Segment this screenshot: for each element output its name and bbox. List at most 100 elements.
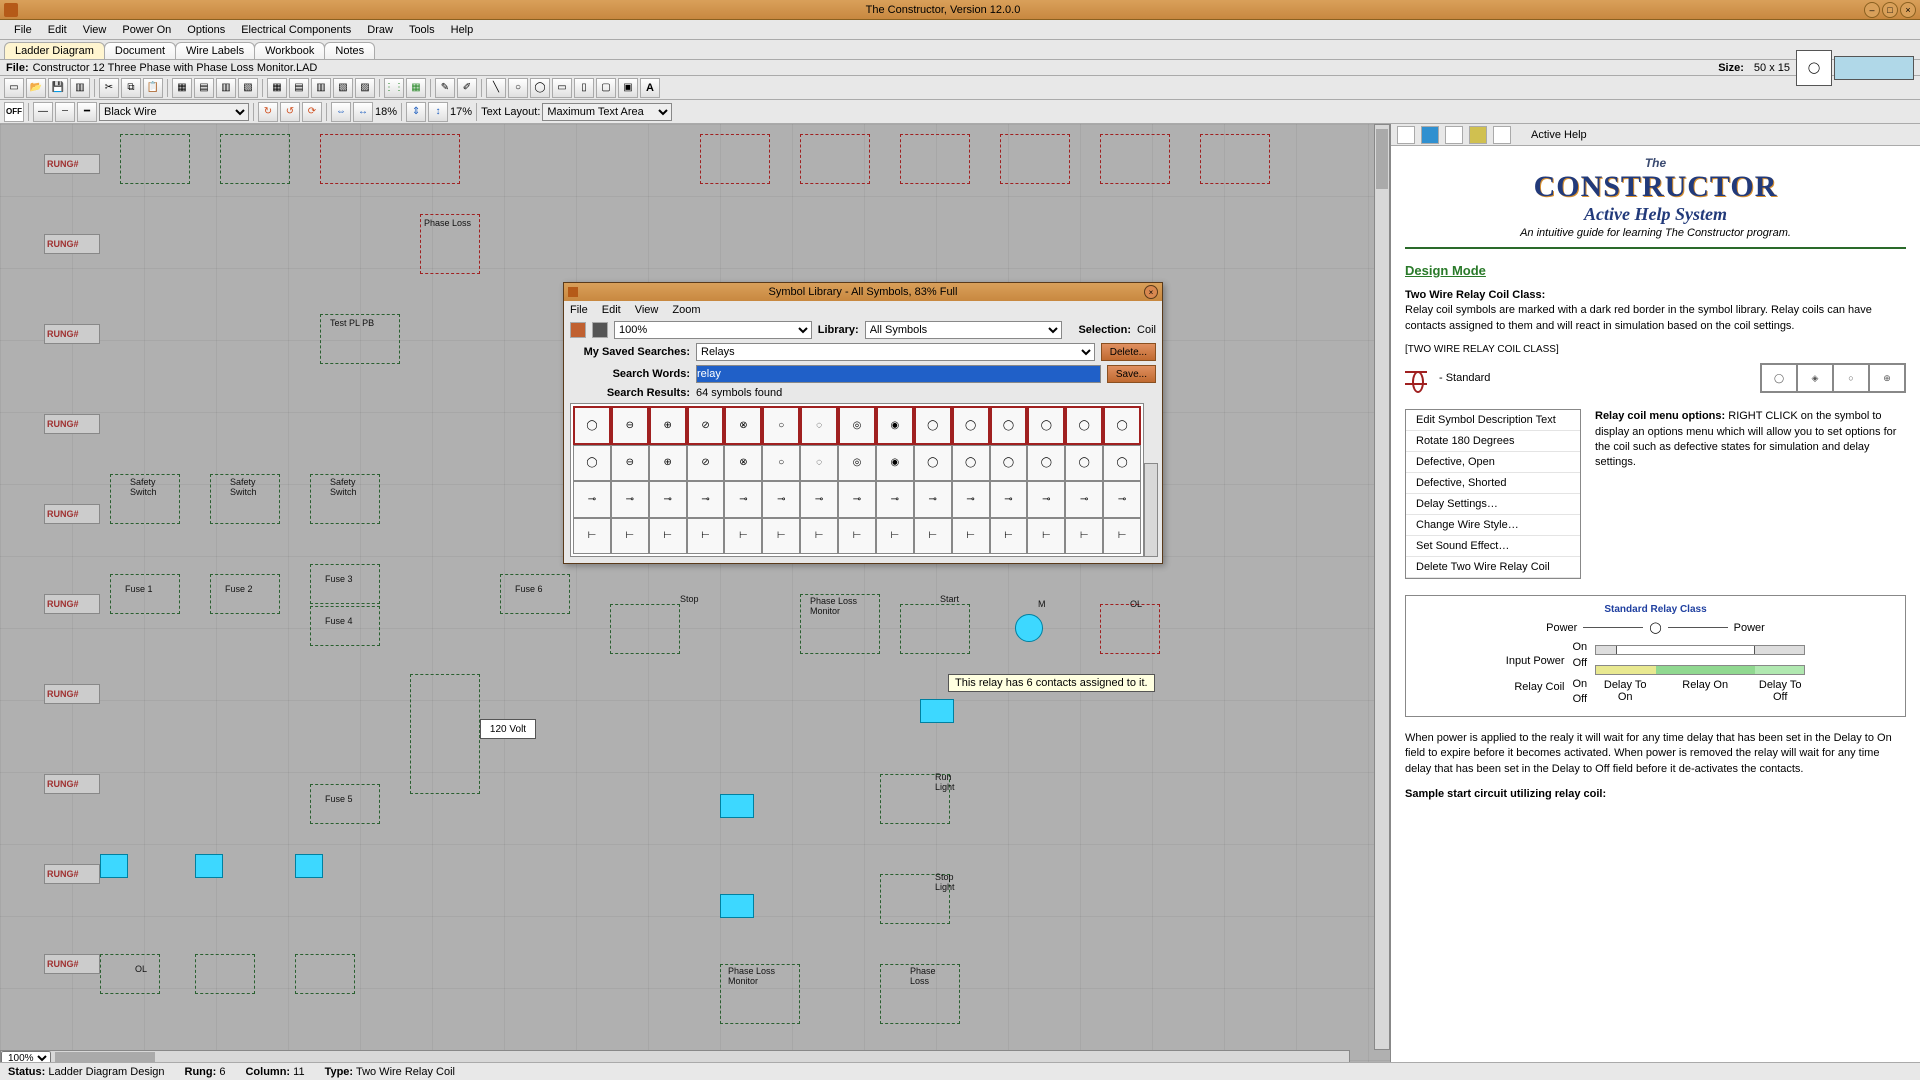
tb-h2-icon[interactable]: ↔ (353, 102, 373, 122)
stop-button[interactable] (610, 604, 680, 654)
ctx-item[interactable]: Rotate 180 Degrees (1406, 431, 1580, 452)
tb-text-icon[interactable]: A (640, 78, 660, 98)
symbol-cell[interactable]: ◯ (1027, 406, 1065, 445)
contact-m[interactable] (920, 699, 954, 723)
symbol-cell[interactable]: ⊢ (649, 518, 687, 555)
tb-wire2-icon[interactable]: ┄ (55, 102, 75, 122)
symbol-cell[interactable]: ○ (762, 406, 800, 445)
menu-options[interactable]: Options (179, 22, 233, 38)
menu-power-on[interactable]: Power On (114, 22, 179, 38)
symbol-cell[interactable]: ○ (762, 445, 800, 482)
tb-g4-icon[interactable]: ▧ (238, 78, 258, 98)
tb-copy-icon[interactable]: ⧉ (121, 78, 141, 98)
symbol-cell[interactable]: ⊖ (611, 445, 649, 482)
symbol-cell[interactable]: ◉ (876, 406, 914, 445)
symbol-cell[interactable]: ⊸ (573, 481, 611, 518)
transformer[interactable] (410, 674, 480, 794)
symlib-menu-edit[interactable]: Edit (602, 304, 621, 316)
symbol-cell[interactable]: ⊘ (687, 406, 725, 445)
tb-open-icon[interactable]: 📂 (26, 78, 46, 98)
contact-m[interactable] (720, 794, 754, 818)
symbol-cell[interactable]: ◯ (914, 445, 952, 482)
rung-label[interactable]: RUNG# (44, 684, 100, 704)
fuse[interactable] (310, 784, 380, 824)
fuse[interactable] (310, 606, 380, 646)
menu-draw[interactable]: Draw (359, 22, 401, 38)
help-tb1-icon[interactable] (1397, 126, 1415, 144)
tb-new-icon[interactable]: ▭ (4, 78, 24, 98)
contact-m[interactable] (720, 894, 754, 918)
grid-cell[interactable] (1000, 134, 1070, 184)
symbol-cell[interactable]: ◯ (1065, 406, 1103, 445)
rung-label[interactable]: RUNG# (44, 324, 100, 344)
symbol-cell[interactable]: ◯ (990, 445, 1028, 482)
tab-wirelabels[interactable]: Wire Labels (175, 42, 255, 59)
symbol-cell[interactable]: ⊢ (914, 518, 952, 555)
symbol-cell[interactable]: ⊸ (1027, 481, 1065, 518)
component[interactable] (320, 134, 460, 184)
tb-rect-icon[interactable]: ▭ (552, 78, 572, 98)
grid-cell[interactable] (700, 134, 770, 184)
symlib-saved-select[interactable]: Relays (696, 343, 1095, 361)
overload[interactable] (295, 954, 355, 994)
rung-label[interactable]: RUNG# (44, 864, 100, 884)
close-button[interactable]: × (1900, 2, 1916, 18)
menu-view[interactable]: View (75, 22, 115, 38)
overload[interactable] (195, 954, 255, 994)
symbol-cell[interactable]: ◯ (990, 406, 1028, 445)
symbol-cell[interactable]: ◯ (952, 406, 990, 445)
symbol-cell[interactable]: ◯ (1027, 445, 1065, 482)
symlib-library-select[interactable]: All Symbols (865, 321, 1063, 339)
tab-document[interactable]: Document (104, 42, 176, 59)
symlib-color2-icon[interactable] (592, 322, 608, 338)
tb-g1-icon[interactable]: ▦ (172, 78, 192, 98)
symbol-cell[interactable]: ◯ (1065, 445, 1103, 482)
tb-v1-icon[interactable]: ⇕ (406, 102, 426, 122)
symbol-cell[interactable]: ⊢ (687, 518, 725, 555)
symbol-cell[interactable]: ⊸ (990, 481, 1028, 518)
symbol-cell[interactable]: ⊸ (611, 481, 649, 518)
help-tb2-icon[interactable] (1421, 126, 1439, 144)
symlib-menu-view[interactable]: View (635, 304, 659, 316)
ctx-item[interactable]: Set Sound Effect… (1406, 536, 1580, 557)
tb-rot2-icon[interactable]: ↺ (280, 102, 300, 122)
symbol-cell[interactable]: ⊢ (573, 518, 611, 555)
menu-file[interactable]: File (6, 22, 40, 38)
symbol-cell[interactable]: ⊢ (1065, 518, 1103, 555)
symbol-cell[interactable]: ⊘ (687, 445, 725, 482)
symlib-vscroll[interactable] (1144, 463, 1158, 557)
off-button[interactable]: OFF (4, 102, 24, 122)
canvas-vscroll[interactable] (1374, 124, 1390, 1050)
wire-color-select[interactable]: Black Wire (99, 103, 249, 121)
grid-cell[interactable] (1100, 134, 1170, 184)
rung-label[interactable]: RUNG# (44, 774, 100, 794)
symbol-cell[interactable]: ⊸ (838, 481, 876, 518)
symlib-menu-file[interactable]: File (570, 304, 588, 316)
symlib-titlebar[interactable]: Symbol Library - All Symbols, 83% Full × (564, 283, 1162, 301)
grid-cell[interactable] (800, 134, 870, 184)
symlib-color1-icon[interactable] (570, 322, 586, 338)
minimize-button[interactable]: – (1864, 2, 1880, 18)
tb-g7-icon[interactable]: ▥ (311, 78, 331, 98)
tb-g3-icon[interactable]: ▥ (216, 78, 236, 98)
symbol-cell[interactable]: ⊕ (649, 406, 687, 445)
menu-help[interactable]: Help (443, 22, 482, 38)
symbol-cell[interactable]: ⊸ (724, 481, 762, 518)
tb-dots-icon[interactable]: ⋮⋮ (384, 78, 404, 98)
overload[interactable] (1100, 604, 1160, 654)
symbol-cell[interactable]: ⊢ (611, 518, 649, 555)
relay-coil-M[interactable] (1015, 614, 1043, 642)
symbol-cell[interactable]: ⊗ (724, 406, 762, 445)
symbol-cell[interactable]: ⊖ (611, 406, 649, 445)
menu-edit[interactable]: Edit (40, 22, 75, 38)
tb-g9-icon[interactable]: ▨ (355, 78, 375, 98)
symbol-cell[interactable]: ◯ (573, 406, 611, 445)
symbol-cell[interactable]: ◯ (1103, 406, 1141, 445)
tab-notes[interactable]: Notes (324, 42, 375, 59)
symbol-cell[interactable]: ⊕ (649, 445, 687, 482)
ctx-item[interactable]: Edit Symbol Description Text (1406, 410, 1580, 431)
tb-paste-icon[interactable]: 📋 (143, 78, 163, 98)
tb-layout-icon[interactable]: ▥ (70, 78, 90, 98)
tab-ladder[interactable]: Ladder Diagram (4, 42, 105, 59)
help-tb5-icon[interactable] (1493, 126, 1511, 144)
